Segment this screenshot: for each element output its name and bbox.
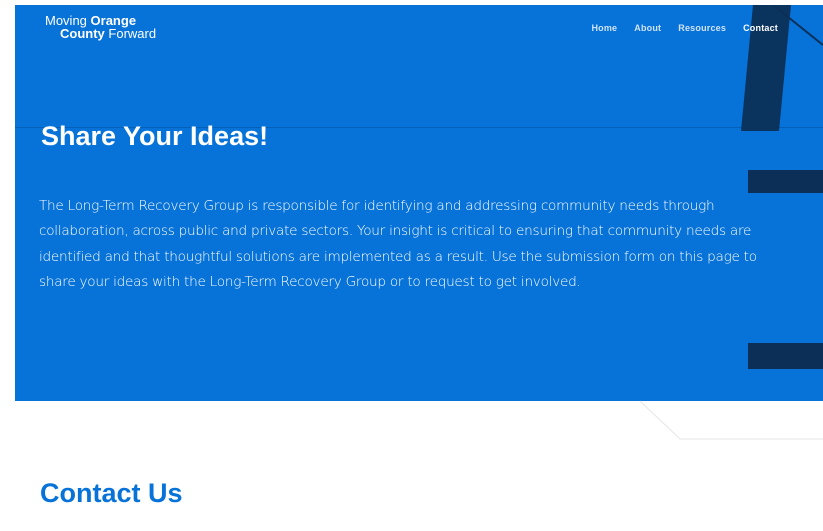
main-nav: Home About Resources Contact — [591, 23, 778, 33]
nav-about[interactable]: About — [634, 23, 661, 33]
nav-home[interactable]: Home — [591, 23, 617, 33]
hero-section: Moving Orange County Forward Home About … — [15, 5, 823, 401]
hero-title: Share Your Ideas! — [41, 121, 269, 151]
nav-resources[interactable]: Resources — [678, 23, 726, 33]
hero-description: The Long-Term Recovery Group is responsi… — [39, 198, 757, 290]
site-logo[interactable]: Moving Orange County Forward — [45, 14, 156, 40]
page: Moving Orange County Forward Home About … — [0, 0, 823, 531]
nav-contact[interactable]: Contact — [743, 23, 778, 33]
contact-heading: Contact Us — [40, 478, 183, 508]
decorative-outline-shape — [640, 400, 823, 440]
